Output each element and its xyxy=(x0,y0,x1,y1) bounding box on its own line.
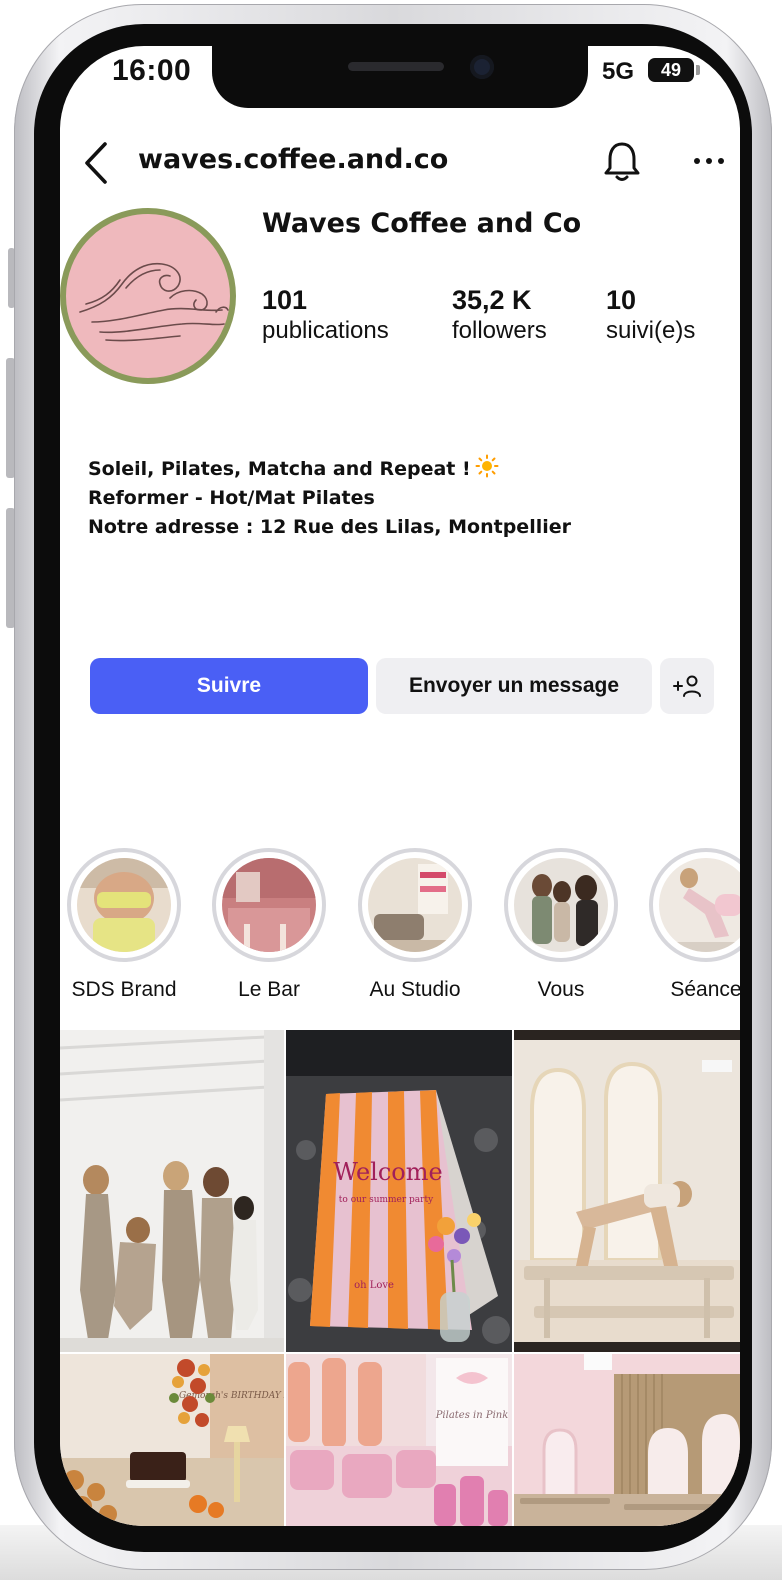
highlight-au-studio[interactable]: Au Studio xyxy=(345,848,485,1002)
highlight-seance[interactable]: Séance xyxy=(636,848,740,1002)
post-thumbnail[interactable]: Gemorah's BIRTHDAY Brunch xyxy=(60,1354,284,1526)
highlight-thumbnail xyxy=(659,858,740,952)
highlight-vous[interactable]: Vous xyxy=(491,848,631,1002)
highlight-sds-brand[interactable]: SDS Brand xyxy=(60,848,194,1002)
stat-following-label: suivi(e)s xyxy=(606,317,696,344)
front-camera xyxy=(470,55,494,79)
battery-indicator: 49 xyxy=(648,58,694,82)
highlight-ring xyxy=(504,848,618,962)
bio-line-1-text: Soleil, Pilates, Matcha and Repeat ! xyxy=(88,458,471,480)
battery-tip xyxy=(696,65,700,75)
post-thumbnail[interactable] xyxy=(514,1354,740,1526)
wave-logo-icon xyxy=(79,262,229,342)
stat-followers-value: 35,2 K xyxy=(452,285,532,315)
bio-line-2: Reformer - Hot/Mat Pilates xyxy=(88,487,375,509)
stat-followers-label: followers xyxy=(452,317,547,344)
stat-publications[interactable]: 101 publications xyxy=(262,284,389,346)
post-welcome-text: Welcome xyxy=(333,1158,442,1186)
highlight-thumbnail xyxy=(222,858,316,952)
add-user-button[interactable] xyxy=(660,658,714,714)
post-thumbnail[interactable] xyxy=(60,1030,284,1352)
highlight-thumbnail xyxy=(77,858,171,952)
profile-bio: Soleil, Pilates, Matcha and Repeat ! Ref… xyxy=(88,454,571,542)
highlight-ring xyxy=(67,848,181,962)
profile-display-name: Waves Coffee and Co xyxy=(262,208,582,239)
phone-screen: 16:00 5G 49 waves.coffee.and.co Waves Co… xyxy=(60,46,740,1526)
stat-publications-value: 101 xyxy=(262,285,308,315)
post-welcome-subtext: to our summer party xyxy=(339,1195,434,1205)
follow-button[interactable]: Suivre xyxy=(90,658,368,714)
send-message-button[interactable]: Envoyer un message xyxy=(376,658,652,714)
stat-following-value: 10 xyxy=(606,285,637,315)
stat-publications-label: publications xyxy=(262,317,389,344)
post-thumbnail[interactable]: Pilates in Pink xyxy=(286,1354,512,1526)
post-thumbnail[interactable] xyxy=(514,1030,740,1352)
stat-followers[interactable]: 35,2 K followers xyxy=(452,284,547,346)
network-indicator: 5G xyxy=(602,58,635,85)
post-thumbnail[interactable]: Welcome to our summer party oh Love xyxy=(286,1030,512,1352)
back-chevron-icon[interactable] xyxy=(78,140,114,186)
highlight-label: Vous xyxy=(537,978,585,1001)
notification-bell-icon[interactable] xyxy=(602,138,642,184)
speaker-grille xyxy=(348,62,444,71)
highlight-ring xyxy=(649,848,740,962)
post-welcome-footer: oh Love xyxy=(354,1280,394,1291)
highlight-label: SDS Brand xyxy=(71,978,177,1001)
profile-avatar[interactable] xyxy=(60,208,236,384)
post-pilates-pink-text: Pilates in Pink xyxy=(435,1410,509,1421)
highlight-label: Séance xyxy=(670,978,740,1001)
notch xyxy=(212,46,588,108)
more-options-icon[interactable] xyxy=(692,144,726,178)
profile-username: waves.coffee.and.co xyxy=(138,144,449,175)
highlight-le-bar[interactable]: Le Bar xyxy=(199,848,339,1002)
highlight-ring xyxy=(358,848,472,962)
sun-emoji-icon xyxy=(475,454,499,478)
add-user-icon xyxy=(673,675,701,697)
bio-line-3: Notre adresse : 12 Rue des Lilas, Montpe… xyxy=(88,516,571,538)
bio-line-1: Soleil, Pilates, Matcha and Repeat ! xyxy=(88,454,571,484)
highlight-thumbnail xyxy=(368,858,462,952)
highlight-label: Au Studio xyxy=(369,978,461,1001)
highlight-label: Le Bar xyxy=(238,978,300,1001)
stat-following[interactable]: 10 suivi(e)s xyxy=(606,284,695,346)
highlight-ring xyxy=(212,848,326,962)
status-time: 16:00 xyxy=(112,54,192,87)
highlight-thumbnail xyxy=(514,858,608,952)
